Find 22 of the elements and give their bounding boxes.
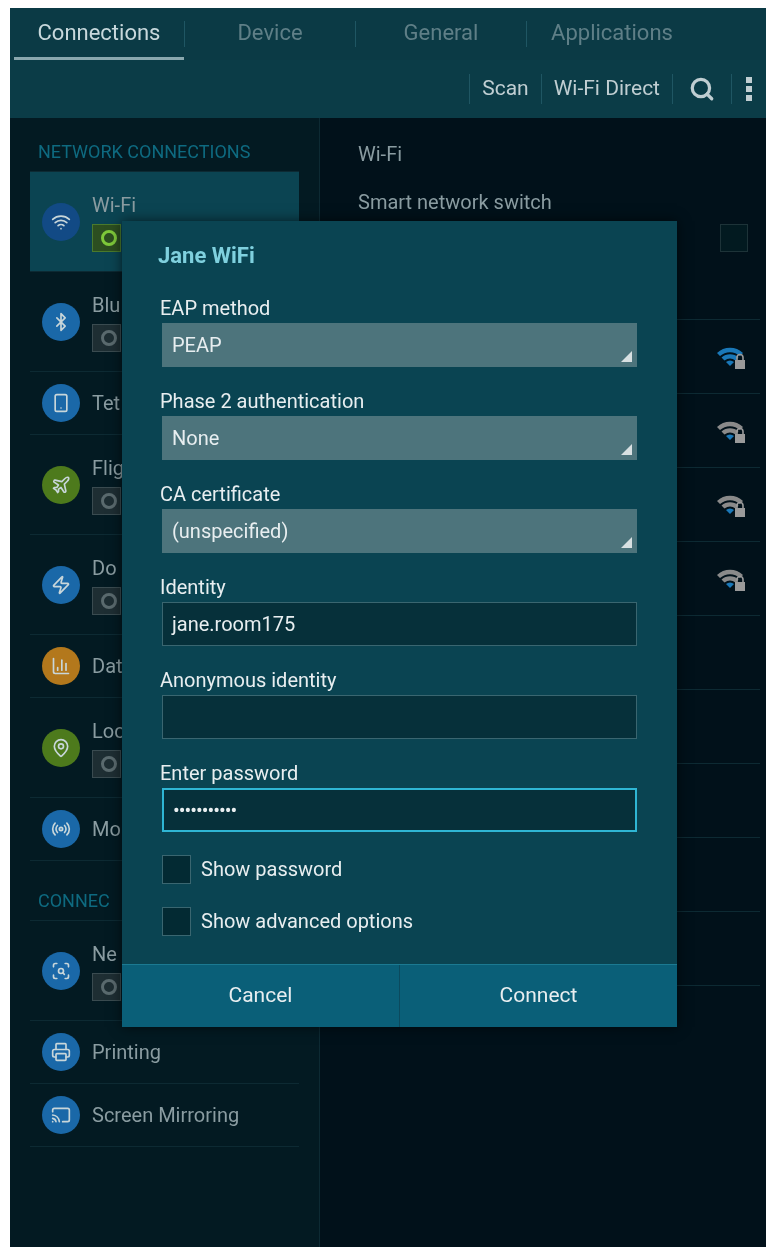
section-header: CONNEC: [38, 889, 110, 913]
dialog-title: Jane WiFi: [158, 243, 255, 268]
field-label: Identity: [160, 574, 227, 600]
pane-title: Wi-Fi: [358, 141, 403, 168]
field-label: Enter password: [160, 760, 300, 786]
field-label: Anonymous identity: [160, 667, 338, 693]
section-header: NETWORK CONNECTIONS: [38, 140, 251, 164]
sidebar-item-label: Printing: [92, 1039, 161, 1065]
sidebar-item-label: Dat: [92, 653, 123, 679]
sidebar-item-label: Wi-Fi: [92, 191, 137, 218]
sidebar-item-label: Ne: [92, 940, 118, 967]
field-label: Phase 2 authentication: [160, 388, 366, 414]
checkbox-label: Show advanced options: [201, 908, 414, 935]
checkbox-label: Show password: [201, 856, 343, 883]
sidebar-item-label: Do: [92, 554, 118, 581]
smart-switch-label: Smart network switch: [358, 190, 552, 214]
sidebar-item-label: Mo: [92, 816, 121, 842]
sidebar-item-label: Screen Mirroring: [92, 1102, 240, 1128]
sidebar-item-label: Blu: [92, 291, 121, 318]
field-label: EAP method: [160, 295, 272, 321]
field-label: CA certificate: [160, 481, 282, 507]
sidebar-item-label: Tet: [92, 390, 121, 416]
